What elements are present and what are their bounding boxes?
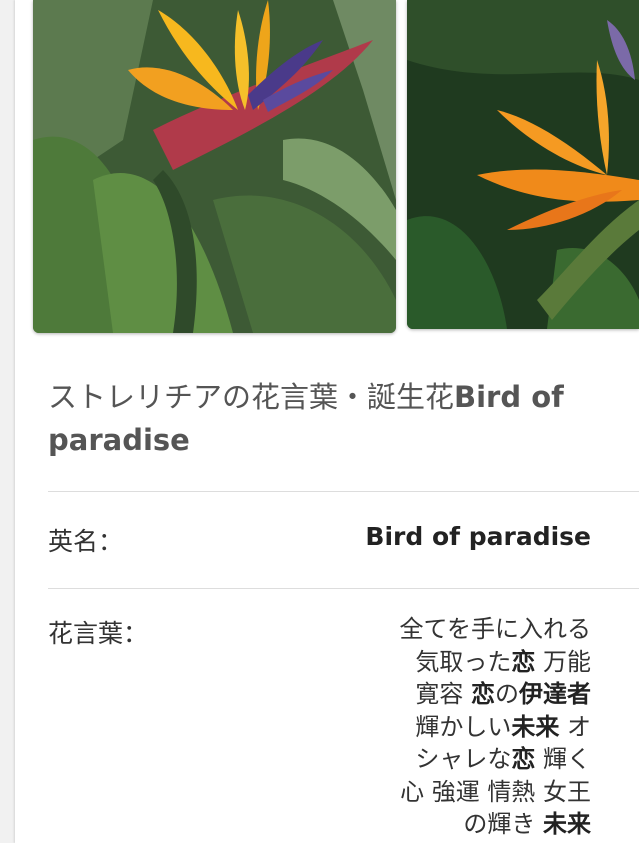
flower-language-line: 輝かしい未来 オ [351, 711, 591, 744]
flower-language-segment: 恋 [471, 680, 495, 708]
flower-language-line: の輝き 未来 [351, 808, 591, 841]
flower-image-1[interactable] [33, 0, 396, 333]
flower-language-segment: 未来 [543, 810, 591, 838]
flower-language-segment: 輝かしい [415, 712, 512, 741]
flower-language-segment: オ [559, 712, 591, 741]
flower-language-segment: の [495, 680, 519, 708]
flower-language-segment: 万能 [535, 647, 591, 676]
flower-language-segment: 全てを手に入れる [399, 615, 591, 643]
flower-language-segment: 気取った [415, 647, 512, 676]
title-prefix: ストレリチアの花言葉・誕生花 [48, 380, 455, 414]
flower-language-segment: 恋 [511, 647, 536, 676]
flower-language-segment: 心 強運 情熱 女王 [400, 777, 591, 806]
flower-language-segment: の輝き [463, 810, 543, 838]
flower-language-segment: 恋 [511, 745, 536, 773]
flower-image-2[interactable] [407, 0, 639, 329]
flower-language-segment: 伊達者 [519, 680, 591, 708]
english-name-label: 英名： [48, 527, 124, 556]
bird-of-paradise-photo-1 [33, 0, 396, 333]
flower-language-line: 寛容 恋の伊達者 [351, 678, 591, 711]
bird-of-paradise-photo-2 [407, 0, 639, 329]
flower-language-line: 心 強運 情熱 女王 [351, 776, 591, 809]
flower-language-line: シャレな恋 輝く [351, 743, 591, 776]
flower-language-value: 全てを手に入れる 気取った恋 万能 寛容 恋の伊達者 輝かしい未来 オシャレな恋 輝く… [351, 613, 591, 841]
flower-language-segment: 寛容 [415, 680, 471, 708]
flower-language-segment: 輝く [535, 745, 591, 773]
flower-language-label: 花言葉： [48, 619, 149, 648]
english-name-value: Bird of paradise [365, 522, 591, 551]
divider-1 [48, 491, 639, 492]
flower-language-segment: シャレな [415, 745, 512, 773]
flower-language-segment: 未来 [511, 712, 560, 741]
divider-2 [48, 588, 639, 589]
flower-language-line: 全てを手に入れる [351, 613, 591, 646]
page-title: ストレリチアの花言葉・誕生花Bird of paradise [48, 376, 608, 462]
image-carousel[interactable] [33, 0, 639, 335]
flower-language-line: 気取った恋 万能 [351, 646, 591, 679]
